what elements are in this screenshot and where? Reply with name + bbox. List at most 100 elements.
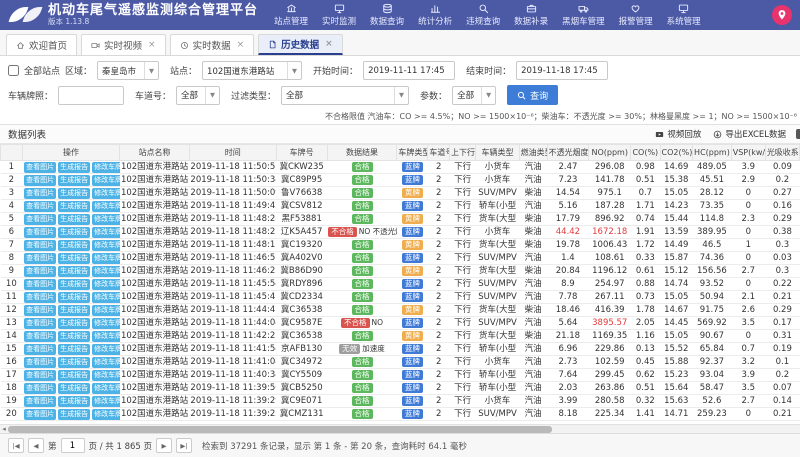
- view-image-button[interactable]: 查看图片: [24, 201, 56, 212]
- edit-plate-button[interactable]: 修改车牌: [92, 266, 120, 277]
- prev-page-button[interactable]: ◀: [28, 438, 44, 453]
- close-icon[interactable]: ×: [237, 40, 245, 50]
- generate-report-button[interactable]: 生成报告: [58, 266, 90, 277]
- station-select[interactable]: 102国道东港路站▼: [202, 61, 302, 80]
- view-image-button[interactable]: 查看图片: [24, 175, 56, 186]
- generate-report-button[interactable]: 生成报告: [58, 188, 90, 199]
- view-image-button[interactable]: 查看图片: [24, 357, 56, 368]
- edit-plate-button[interactable]: 修改车牌: [92, 175, 120, 186]
- generate-report-button[interactable]: 生成报告: [58, 344, 90, 355]
- generate-report-button[interactable]: 生成报告: [58, 357, 90, 368]
- view-image-button[interactable]: 查看图片: [24, 227, 56, 238]
- tab-实时数据[interactable]: 实时数据×: [170, 34, 255, 55]
- edit-plate-button[interactable]: 修改车牌: [92, 331, 120, 342]
- view-image-button[interactable]: 查看图片: [24, 370, 56, 381]
- generate-report-button[interactable]: 生成报告: [58, 292, 90, 303]
- tab-实时视频[interactable]: 实时视频×: [81, 34, 166, 55]
- first-page-button[interactable]: |◀: [8, 438, 24, 453]
- nav-item-system[interactable]: 系统管理: [667, 3, 701, 27]
- plate-type-badge: 蓝牌: [402, 383, 423, 393]
- generate-report-button[interactable]: 生成报告: [58, 214, 90, 225]
- nav-item-site[interactable]: 站点管理: [274, 3, 308, 27]
- generate-report-button[interactable]: 生成报告: [58, 201, 90, 212]
- end-time-input[interactable]: [516, 61, 608, 80]
- generate-report-button[interactable]: 生成报告: [58, 305, 90, 316]
- generate-report-button[interactable]: 生成报告: [58, 162, 90, 173]
- view-image-button[interactable]: 查看图片: [24, 162, 56, 173]
- view-image-button[interactable]: 查看图片: [24, 396, 56, 407]
- edit-plate-button[interactable]: 修改车牌: [92, 162, 120, 173]
- generate-report-button[interactable]: 生成报告: [58, 279, 90, 290]
- edit-plate-button[interactable]: 修改车牌: [92, 396, 120, 407]
- edit-plate-button[interactable]: 修改车牌: [92, 227, 120, 238]
- nav-item-label: 系统管理: [667, 15, 701, 27]
- edit-plate-button[interactable]: 修改车牌: [92, 188, 120, 199]
- view-image-button[interactable]: 查看图片: [24, 409, 56, 420]
- generate-report-button[interactable]: 生成报告: [58, 409, 90, 420]
- edit-plate-button[interactable]: 修改车牌: [92, 253, 120, 264]
- all-sites-checkbox[interactable]: [8, 65, 19, 76]
- edit-plate-button[interactable]: 修改车牌: [92, 383, 120, 394]
- view-image-button[interactable]: 查看图片: [24, 214, 56, 225]
- view-image-button[interactable]: 查看图片: [24, 279, 56, 290]
- view-image-button[interactable]: 查看图片: [24, 305, 56, 316]
- view-image-button[interactable]: 查看图片: [24, 383, 56, 394]
- view-image-button[interactable]: 查看图片: [24, 331, 56, 342]
- edit-plate-button[interactable]: 修改车牌: [92, 201, 120, 212]
- generate-report-button[interactable]: 生成报告: [58, 331, 90, 342]
- generate-report-button[interactable]: 生成报告: [58, 383, 90, 394]
- plate-input[interactable]: [58, 86, 124, 105]
- lane-select[interactable]: 全部▼: [176, 86, 220, 105]
- query-button[interactable]: 查询: [507, 85, 558, 105]
- view-image-button[interactable]: 查看图片: [24, 292, 56, 303]
- edit-plate-button[interactable]: 修改车牌: [92, 240, 120, 251]
- view-image-button[interactable]: 查看图片: [24, 318, 56, 329]
- edit-plate-button[interactable]: 修改车牌: [92, 305, 120, 316]
- last-page-button[interactable]: ▶|: [176, 438, 192, 453]
- edit-plate-button[interactable]: 修改车牌: [92, 318, 120, 329]
- view-image-button[interactable]: 查看图片: [24, 344, 56, 355]
- edit-plate-button[interactable]: 修改车牌: [92, 344, 120, 355]
- edit-plate-button[interactable]: 修改车牌: [92, 279, 120, 290]
- edit-plate-button[interactable]: 修改车牌: [92, 357, 120, 368]
- edit-plate-button[interactable]: 修改车牌: [92, 370, 120, 381]
- location-pin-icon[interactable]: [772, 5, 792, 25]
- generate-report-button[interactable]: 生成报告: [58, 227, 90, 238]
- nav-item-briefcase[interactable]: 数据补录: [514, 3, 548, 27]
- generate-report-button[interactable]: 生成报告: [58, 240, 90, 251]
- video-button[interactable]: 视频回放: [655, 128, 701, 140]
- generate-report-button[interactable]: 生成报告: [58, 253, 90, 264]
- edit-plate-button[interactable]: 修改车牌: [92, 409, 120, 420]
- nav-item-search[interactable]: 违规查询: [466, 3, 500, 27]
- param-select[interactable]: 全部▼: [452, 86, 496, 105]
- tab-欢迎首页[interactable]: 欢迎首页: [6, 34, 77, 55]
- close-icon[interactable]: ×: [325, 39, 333, 49]
- region-select[interactable]: 秦皇岛市▼: [97, 61, 159, 80]
- nav-item-alarm[interactable]: 报警管理: [619, 3, 653, 27]
- generate-report-button[interactable]: 生成报告: [58, 175, 90, 186]
- page-number-input[interactable]: [61, 438, 85, 453]
- nav-item-truck[interactable]: 黑烟车管理: [562, 3, 605, 27]
- generate-report-button[interactable]: 生成报告: [58, 370, 90, 381]
- export-button[interactable]: 导出EXCEL数据: [713, 128, 786, 140]
- view-image-button[interactable]: 查看图片: [24, 253, 56, 264]
- filter-type-select[interactable]: 全部▼: [281, 86, 409, 105]
- cell-no-ppm: 229.86: [589, 343, 631, 356]
- edit-plate-button[interactable]: 修改车牌: [92, 214, 120, 225]
- nav-item-monitor[interactable]: 实时监测: [322, 3, 356, 27]
- nav-item-database[interactable]: 数据查询: [370, 3, 404, 27]
- truncated-toolbar-icon[interactable]: [796, 129, 800, 139]
- edit-plate-button[interactable]: 修改车牌: [92, 292, 120, 303]
- generate-report-button[interactable]: 生成报告: [58, 396, 90, 407]
- scrollbar-thumb[interactable]: [8, 426, 552, 433]
- close-icon[interactable]: ×: [148, 40, 156, 50]
- scroll-left-icon[interactable]: ◂: [0, 425, 8, 433]
- view-image-button[interactable]: 查看图片: [24, 188, 56, 199]
- next-page-button[interactable]: ▶: [156, 438, 172, 453]
- start-time-input[interactable]: [363, 61, 455, 80]
- nav-item-stats[interactable]: 统计分析: [418, 3, 452, 27]
- generate-report-button[interactable]: 生成报告: [58, 318, 90, 329]
- view-image-button[interactable]: 查看图片: [24, 240, 56, 251]
- tab-历史数据[interactable]: 历史数据×: [258, 34, 343, 55]
- view-image-button[interactable]: 查看图片: [24, 266, 56, 277]
